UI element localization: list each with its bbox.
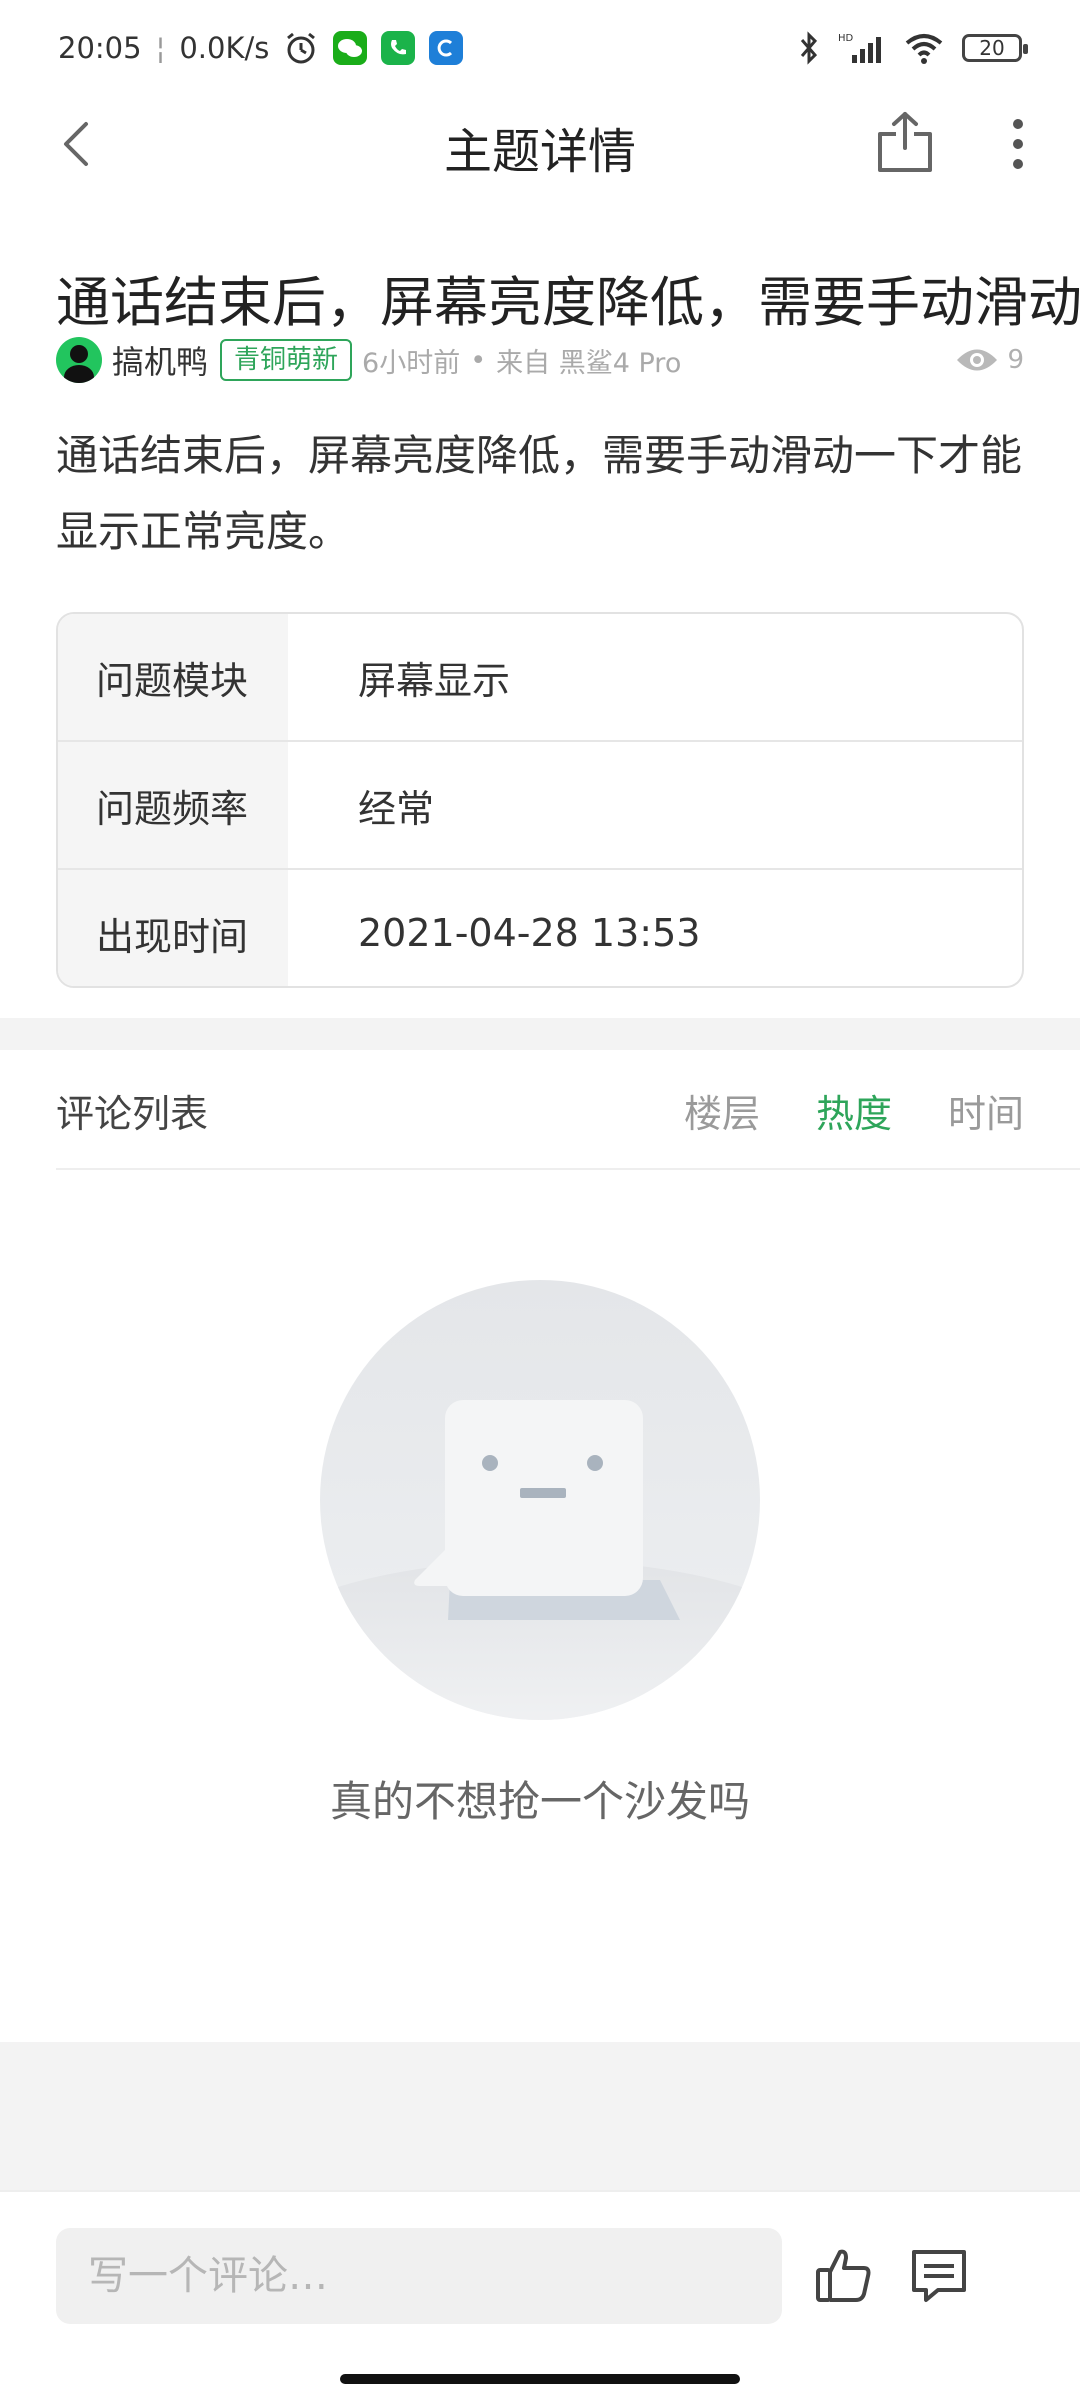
status-bar: 20:05 ¦ 0.0K/s HD 20 (0, 0, 1080, 96)
table-key: 出现时间 (58, 870, 288, 986)
table-row: 问题模块 屏幕显示 (58, 614, 1022, 742)
table-row: 问题频率 经常 (58, 742, 1022, 870)
wechat-icon (333, 31, 368, 65)
battery-level: 20 (979, 36, 1005, 60)
comments-title: 评论列表 (56, 1091, 209, 1136)
avatar[interactable] (56, 337, 102, 383)
share-icon[interactable] (874, 110, 936, 176)
comment-input[interactable] (56, 2228, 782, 2324)
post-time: 6小时前 (362, 347, 461, 379)
status-divider: ¦ (155, 31, 166, 65)
post-title: 通话结束后，屏幕亮度降低，需要手动滑动一 (56, 271, 1080, 328)
divider (56, 1168, 1080, 1170)
svg-text:HD: HD (838, 33, 854, 44)
status-left: 20:05 ¦ 0.0K/s (58, 30, 464, 66)
app-icon (429, 31, 464, 65)
table-key: 问题频率 (58, 742, 288, 868)
eye-icon (957, 349, 998, 371)
phone-icon (381, 31, 416, 65)
view-count-value: 9 (1007, 345, 1024, 375)
sort-tabs: 楼层 热度 时间 (684, 1083, 1024, 1138)
more-options-icon[interactable] (1000, 116, 1036, 172)
home-indicator[interactable] (340, 2374, 740, 2384)
comment-icon[interactable] (908, 2244, 970, 2306)
status-time: 20:05 (58, 31, 142, 65)
post-source: 来自 黑鲨4 Pro (496, 347, 682, 379)
app-bar: 主题详情 (0, 96, 1080, 192)
alarm-icon (287, 32, 316, 64)
table-row: 出现时间 2021-04-28 13:53 (58, 870, 1022, 986)
status-right: HD 20 (798, 31, 1028, 65)
issue-info-table: 问题模块 屏幕显示 问题频率 经常 出现时间 2021-04-28 13:53 (56, 612, 1024, 988)
view-count: 9 (955, 345, 1024, 375)
wifi-icon (905, 34, 943, 64)
sort-tab-time[interactable]: 时间 (948, 1083, 1024, 1138)
table-value: 经常 (358, 786, 435, 831)
signal-icon: HD (838, 33, 881, 63)
status-net-speed: 0.0K/s (179, 31, 270, 65)
user-level-badge: 青铜萌新 (220, 339, 353, 381)
comments-header: 评论列表 楼层 热度 时间 (56, 1050, 1024, 1170)
thumbs-up-icon[interactable] (812, 2244, 874, 2306)
meta-separator: • (470, 344, 487, 376)
empty-comments-text: 真的不想抢一个沙发吗 (329, 1777, 750, 1826)
table-key: 问题模块 (58, 614, 288, 740)
post-meta: 搞机鸭 青铜萌新 6小时前 • 来自 黑鲨4 Pro 9 (56, 336, 1024, 384)
table-value: 2021-04-28 13:53 (358, 911, 701, 955)
author-name[interactable]: 搞机鸭 (112, 337, 208, 383)
sort-tab-hot[interactable]: 热度 (816, 1083, 892, 1138)
bottom-spacer (0, 2042, 1080, 2190)
sort-tab-floor[interactable]: 楼层 (684, 1083, 760, 1138)
battery-indicator: 20 (962, 34, 1028, 62)
bottom-action-bar (0, 2190, 1080, 2400)
post-body: 通话结束后，屏幕亮度降低，需要手动滑动一下才能显示正常亮度。 (56, 431, 1023, 556)
section-separator (0, 1018, 1080, 1050)
table-value: 屏幕显示 (358, 658, 511, 703)
empty-comments-illustration (320, 1280, 760, 1720)
bluetooth-icon (800, 31, 818, 65)
